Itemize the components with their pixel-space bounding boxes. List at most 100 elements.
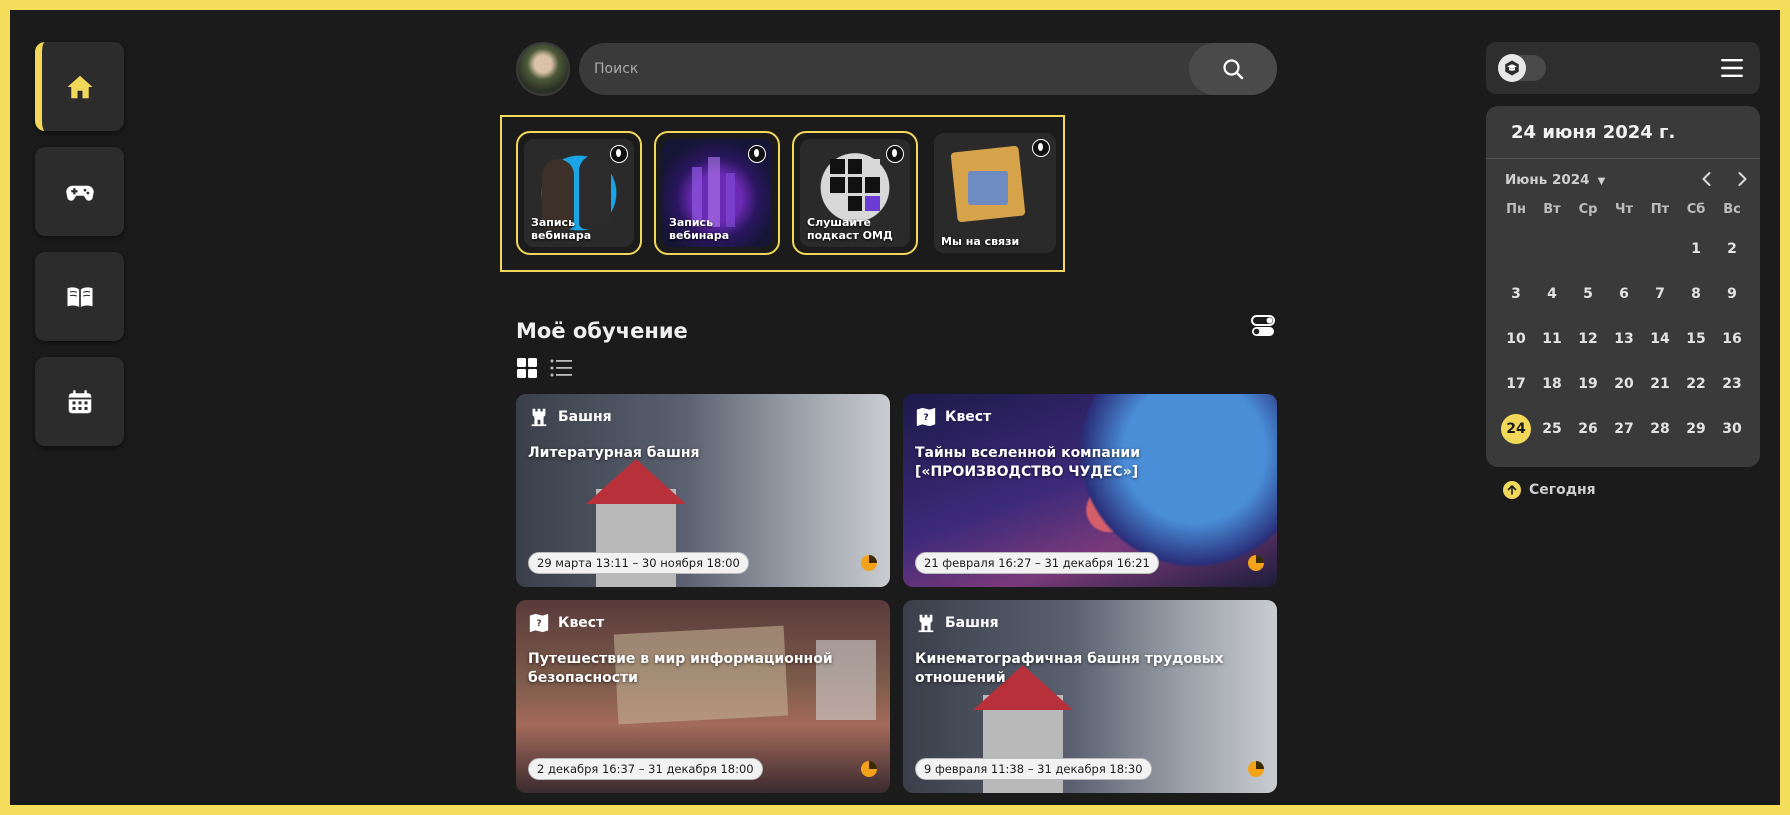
course-card[interactable]: ? Квест Путешествие в мир информационной… bbox=[516, 600, 890, 793]
home-icon bbox=[67, 75, 92, 98]
story-label: Запись вебинара bbox=[669, 216, 730, 242]
card-title: Литературная башня bbox=[528, 445, 700, 461]
calendar-day-empty bbox=[1606, 226, 1642, 271]
story-item[interactable]: Слушайте подкаст ОМД bbox=[792, 131, 918, 255]
story-fire-icon bbox=[1032, 139, 1050, 157]
calendar-day[interactable]: 6 bbox=[1606, 271, 1642, 316]
calendar-day[interactable]: 17 bbox=[1498, 361, 1534, 406]
card-title: Кинематографичная башня трудовых отношен… bbox=[915, 651, 1224, 686]
calendar-grid: Пн Вт Ср Чт Пт Сб Вс 1 2 3 4 5 6 7 8 9 1… bbox=[1498, 194, 1750, 451]
calendar-day[interactable]: 16 bbox=[1714, 316, 1750, 361]
calendar-day[interactable]: 27 bbox=[1606, 406, 1642, 451]
card-date-range: 21 февраля 16:27 – 31 декабря 16:21 bbox=[915, 552, 1159, 574]
card-date-range: 29 марта 13:11 – 30 ноября 18:00 bbox=[528, 552, 749, 574]
graduation-cap-icon bbox=[1505, 60, 1519, 76]
today-button[interactable]: Сегодня bbox=[1503, 481, 1596, 499]
weekday-label: Вс bbox=[1723, 202, 1741, 217]
card-date-range: 9 февраля 11:38 – 31 декабря 18:30 bbox=[915, 758, 1152, 780]
story-label: Мы на связи bbox=[941, 235, 1020, 248]
calendar-day-empty bbox=[1498, 226, 1534, 271]
card-title: Путешествие в мир информационной безопас… bbox=[528, 651, 833, 686]
arrow-up-icon bbox=[1503, 481, 1521, 499]
search-icon bbox=[1223, 59, 1244, 80]
calendar-date-header: 24 июня 2024 г. bbox=[1486, 106, 1760, 159]
calendar-day[interactable]: 10 bbox=[1498, 316, 1534, 361]
progress-clock-icon bbox=[861, 555, 877, 571]
story-label: Запись вебинара bbox=[531, 216, 592, 242]
svg-text:?: ? bbox=[923, 412, 928, 423]
calendar-day[interactable]: 19 bbox=[1570, 361, 1606, 406]
calendar-day-empty bbox=[1570, 226, 1606, 271]
calendar-day-empty bbox=[1642, 226, 1678, 271]
calendar-day[interactable]: 7 bbox=[1642, 271, 1678, 316]
stories-strip: Запись вебинара Запись вебинара Слушайте bbox=[500, 115, 1065, 272]
course-card[interactable]: Башня Литературная башня 29 марта 13:11 … bbox=[516, 394, 890, 587]
story-fire-icon bbox=[886, 145, 904, 163]
mode-switch[interactable] bbox=[1498, 54, 1546, 82]
course-card[interactable]: Башня Кинематографичная башня трудовых о… bbox=[903, 600, 1277, 793]
calendar-day[interactable]: 8 bbox=[1678, 271, 1714, 316]
grid-view-icon[interactable] bbox=[517, 358, 537, 378]
course-card[interactable]: ? Квест Тайны вселенной компании [«ПРОИЗ… bbox=[903, 394, 1277, 587]
hamburger-menu-icon[interactable] bbox=[1720, 57, 1744, 79]
weekday-label: Пт bbox=[1650, 202, 1670, 217]
list-view-icon[interactable] bbox=[550, 358, 572, 378]
svg-text:?: ? bbox=[536, 618, 541, 629]
nav-library-button[interactable] bbox=[35, 252, 124, 341]
today-day-number: 24 bbox=[1501, 413, 1531, 444]
calendar-day[interactable]: 11 bbox=[1534, 316, 1570, 361]
card-title: Тайны вселенной компании [«ПРОИЗВОДСТВО … bbox=[915, 445, 1141, 480]
weekday-label: Пн bbox=[1506, 202, 1526, 217]
calendar-day[interactable]: 26 bbox=[1570, 406, 1606, 451]
month-label: Июнь 2024 bbox=[1505, 172, 1590, 188]
calendar-day[interactable]: 9 bbox=[1714, 271, 1750, 316]
search-button[interactable] bbox=[1189, 43, 1277, 95]
progress-clock-icon bbox=[861, 761, 877, 777]
story-item[interactable]: Запись вебинара bbox=[516, 131, 642, 255]
story-fire-icon bbox=[748, 145, 766, 163]
nav-calendar-button[interactable] bbox=[35, 357, 124, 446]
card-type-label: Башня bbox=[945, 615, 999, 631]
calendar-day[interactable]: 14 bbox=[1642, 316, 1678, 361]
calendar-day[interactable]: 25 bbox=[1534, 406, 1570, 451]
app-frame: Запись вебинара Запись вебинара Слушайте bbox=[10, 10, 1780, 805]
nav-home-button[interactable] bbox=[35, 42, 124, 131]
today-label: Сегодня bbox=[1529, 482, 1596, 498]
gamepad-icon bbox=[65, 185, 94, 201]
story-item[interactable]: Мы на связи bbox=[932, 131, 1058, 255]
tower-icon bbox=[531, 408, 547, 427]
story-label: Слушайте подкаст ОМД bbox=[807, 216, 893, 242]
calendar-day[interactable]: 13 bbox=[1606, 316, 1642, 361]
calendar-day[interactable]: 2 bbox=[1714, 226, 1750, 271]
nav-games-button[interactable] bbox=[35, 147, 124, 236]
calendar-day[interactable]: 28 bbox=[1642, 406, 1678, 451]
calendar-day[interactable]: 23 bbox=[1714, 361, 1750, 406]
user-avatar[interactable] bbox=[516, 42, 570, 96]
calendar-day[interactable]: 20 bbox=[1606, 361, 1642, 406]
calendar-day[interactable]: 4 bbox=[1534, 271, 1570, 316]
search-bar bbox=[579, 43, 1277, 95]
story-item[interactable]: Запись вебинара bbox=[654, 131, 780, 255]
calendar-day[interactable]: 5 bbox=[1570, 271, 1606, 316]
next-month-icon[interactable] bbox=[1733, 170, 1751, 188]
calendar-day[interactable]: 29 bbox=[1678, 406, 1714, 451]
calendar-icon bbox=[68, 389, 91, 413]
weekday-label: Чт bbox=[1614, 202, 1634, 217]
filter-toggle-icon[interactable] bbox=[1250, 313, 1276, 339]
progress-clock-icon bbox=[1248, 761, 1264, 777]
prev-month-icon[interactable] bbox=[1698, 170, 1716, 188]
calendar-nav: Июнь 2024 ▼ bbox=[1486, 168, 1760, 192]
switch-knob bbox=[1498, 54, 1526, 82]
calendar-day[interactable]: 18 bbox=[1534, 361, 1570, 406]
calendar-day[interactable]: 15 bbox=[1678, 316, 1714, 361]
search-input[interactable] bbox=[594, 43, 1154, 95]
calendar-day[interactable]: 30 bbox=[1714, 406, 1750, 451]
calendar-day[interactable]: 1 bbox=[1678, 226, 1714, 271]
calendar-day[interactable]: 3 bbox=[1498, 271, 1534, 316]
calendar-day[interactable]: 22 bbox=[1678, 361, 1714, 406]
month-select[interactable]: Июнь 2024 ▼ bbox=[1505, 172, 1605, 188]
calendar-day[interactable]: 21 bbox=[1642, 361, 1678, 406]
calendar-day[interactable]: 12 bbox=[1570, 316, 1606, 361]
section-title: Моё обучение bbox=[516, 319, 688, 343]
calendar-day-today[interactable]: 24 bbox=[1498, 406, 1534, 451]
